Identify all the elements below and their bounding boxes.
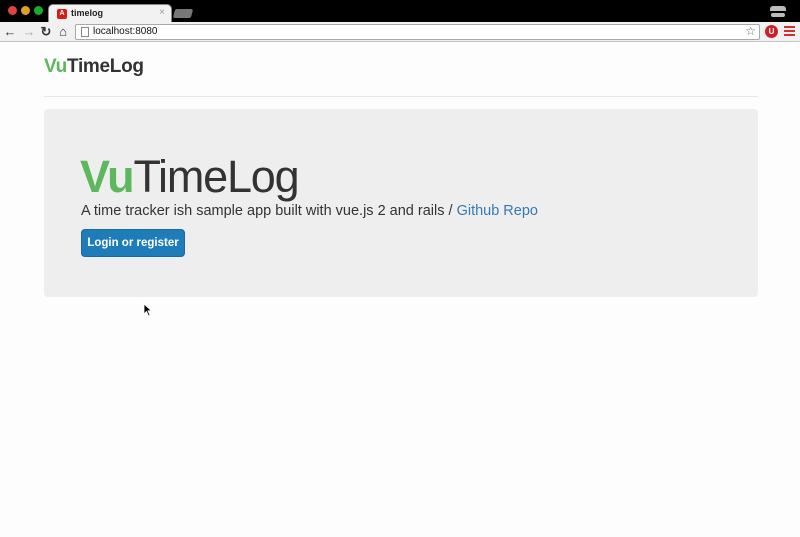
navbar-brand[interactable]: VuTimeLog [44,56,144,78]
incognito-icon [768,2,788,20]
window-close-button[interactable] [8,6,17,15]
url-text[interactable]: localhost:8080 [93,26,158,37]
address-bar[interactable]: localhost:8080 ☆ [75,24,760,40]
forward-arrow-icon[interactable]: → [22,24,36,39]
home-icon[interactable]: ⌂ [56,24,70,39]
back-arrow-icon[interactable]: ← [3,24,17,39]
page-icon [81,27,89,37]
mouse-cursor-icon [143,303,153,317]
hero-lead: A time tracker ish sample app built with… [81,203,538,219]
github-repo-link[interactable]: Github Repo [457,203,538,219]
hero-title: VuTimeLog [80,151,300,202]
new-tab-button[interactable] [172,9,194,18]
brand-prefix: Vu [44,56,67,77]
hero-title-prefix: Vu [80,151,135,202]
header-divider [44,96,758,97]
browser-menu-icon[interactable] [784,26,795,37]
reload-icon[interactable]: ↻ [39,24,53,39]
hero-lead-text: A time tracker ish sample app built with… [81,203,457,219]
angular-favicon-icon: A [57,9,67,19]
login-register-button[interactable]: Login or register [81,229,185,257]
window-minimize-button[interactable] [21,6,30,15]
browser-tab-active[interactable]: A timelog × [48,4,172,22]
tab-close-icon[interactable]: × [159,7,165,18]
brand-suffix: TimeLog [66,56,144,77]
tab-title: timelog [71,8,104,18]
browser-toolbar: ← → ↻ ⌂ localhost:8080 ☆ U [0,22,800,42]
hero-jumbotron: VuTimeLog A time tracker ish sample app … [44,109,758,297]
window-zoom-button[interactable] [34,6,43,15]
hero-title-suffix: TimeLog [133,151,299,202]
browser-tab-bar: A timelog × [0,0,800,22]
bookmark-star-icon[interactable]: ☆ [745,24,756,38]
extension-icon[interactable]: U [765,25,778,38]
